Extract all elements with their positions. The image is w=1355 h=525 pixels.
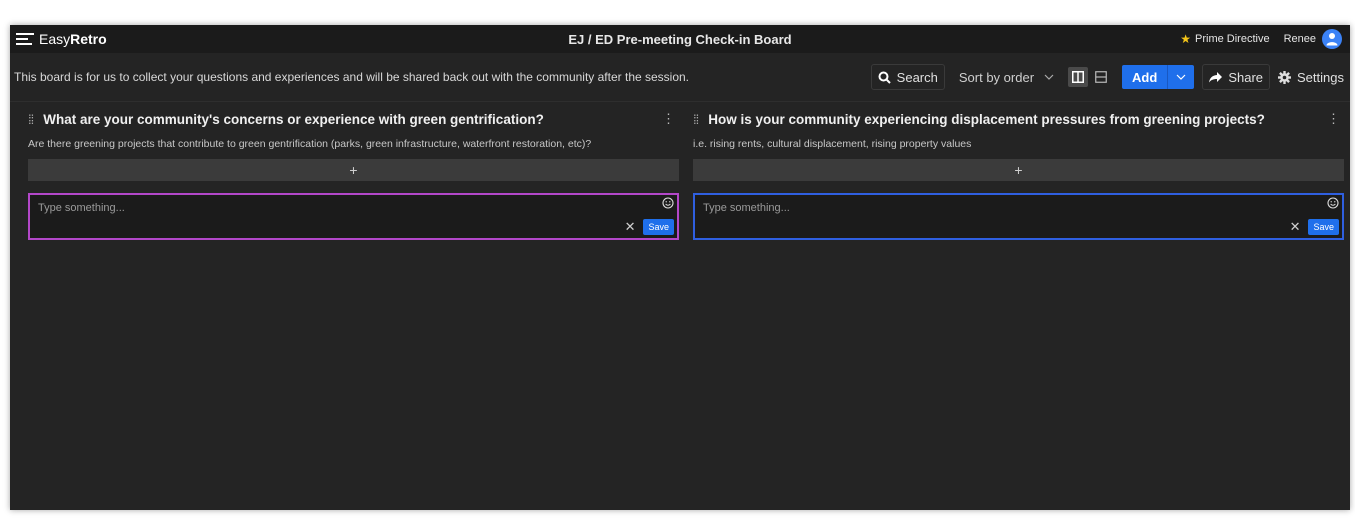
- prime-directive-link[interactable]: Prime Directive: [1195, 33, 1270, 45]
- settings-button[interactable]: Settings: [1278, 70, 1350, 85]
- sort-dropdown[interactable]: Sort by order: [953, 65, 1060, 89]
- drag-handle-icon[interactable]: ⁞⁞: [28, 112, 34, 127]
- drag-handle-icon[interactable]: ⁞⁞: [693, 112, 699, 127]
- share-label: Share: [1228, 69, 1264, 85]
- column-header: ⁞⁞ How is your community experiencing di…: [693, 102, 1344, 132]
- columns-view-icon[interactable]: [1068, 67, 1089, 87]
- top-right-area: ★ Prime Directive Renee: [1180, 29, 1350, 49]
- view-toggle: [1068, 67, 1114, 87]
- close-icon[interactable]: ✕: [1290, 219, 1301, 235]
- board-toolbar: This board is for us to collect your que…: [10, 53, 1350, 102]
- add-label: Add: [1132, 69, 1158, 85]
- board-title: EJ / ED Pre-meeting Check-in Board: [568, 31, 792, 47]
- editor-actions: ✕ Save: [625, 219, 674, 235]
- search-label: Search: [896, 69, 938, 85]
- menu-logo-icon: [16, 33, 34, 45]
- share-arrow-icon: [1209, 71, 1223, 82]
- gear-icon: [1278, 70, 1292, 84]
- add-card-button[interactable]: +: [693, 159, 1344, 181]
- kebab-menu-icon[interactable]: ⋮: [658, 111, 679, 127]
- emoji-icon[interactable]: [662, 197, 674, 209]
- user-avatar-icon[interactable]: [1322, 29, 1342, 49]
- card-text-input[interactable]: Type something...: [703, 202, 790, 214]
- kebab-menu-icon[interactable]: ⋮: [1323, 111, 1344, 127]
- new-card-editor[interactable]: Type something... ✕ Save: [693, 193, 1344, 240]
- add-card-button[interactable]: +: [28, 159, 679, 181]
- search-button[interactable]: Search: [870, 64, 945, 90]
- column-title[interactable]: How is your community experiencing displ…: [708, 112, 1323, 127]
- board-columns: ⁞⁞ What are your community's concerns or…: [10, 102, 1350, 240]
- close-icon[interactable]: ✕: [625, 219, 636, 235]
- app-logo[interactable]: Easy Retro: [10, 31, 107, 47]
- save-button[interactable]: Save: [1308, 219, 1339, 235]
- chevron-down-icon: [1044, 74, 1054, 80]
- settings-label: Settings: [1297, 69, 1344, 85]
- sort-label: Sort by order: [958, 69, 1035, 85]
- save-button[interactable]: Save: [643, 219, 674, 235]
- star-icon: ★: [1180, 32, 1191, 46]
- column-description: i.e. rising rents, cultural displacement…: [693, 138, 972, 150]
- top-bar: Easy Retro EJ / ED Pre-meeting Check-in B…: [10, 25, 1350, 53]
- add-column-button[interactable]: Add: [1122, 65, 1195, 89]
- card-text-input[interactable]: Type something...: [38, 202, 125, 214]
- user-name[interactable]: Renee: [1284, 33, 1316, 45]
- share-button[interactable]: Share: [1202, 64, 1271, 90]
- emoji-icon[interactable]: [1327, 197, 1339, 209]
- column-displacement-pressures: ⁞⁞ How is your community experiencing di…: [693, 102, 1344, 240]
- column-header: ⁞⁞ What are your community's concerns or…: [28, 102, 679, 132]
- column-description: Are there greening projects that contrib…: [28, 138, 592, 150]
- board-description: This board is for us to collect your que…: [14, 70, 690, 84]
- column-green-gentrification: ⁞⁞ What are your community's concerns or…: [28, 102, 679, 240]
- logo-easy-text: Easy: [39, 31, 71, 47]
- app-window: Easy Retro EJ / ED Pre-meeting Check-in B…: [10, 25, 1350, 510]
- rows-view-icon[interactable]: [1091, 67, 1111, 87]
- chevron-down-icon[interactable]: [1167, 65, 1194, 89]
- logo-retro-text: Retro: [70, 31, 107, 47]
- search-icon: [878, 71, 891, 84]
- editor-actions: ✕ Save: [1290, 219, 1339, 235]
- new-card-editor[interactable]: Type something... ✕ Save: [28, 193, 679, 240]
- column-title[interactable]: What are your community's concerns or ex…: [43, 112, 658, 127]
